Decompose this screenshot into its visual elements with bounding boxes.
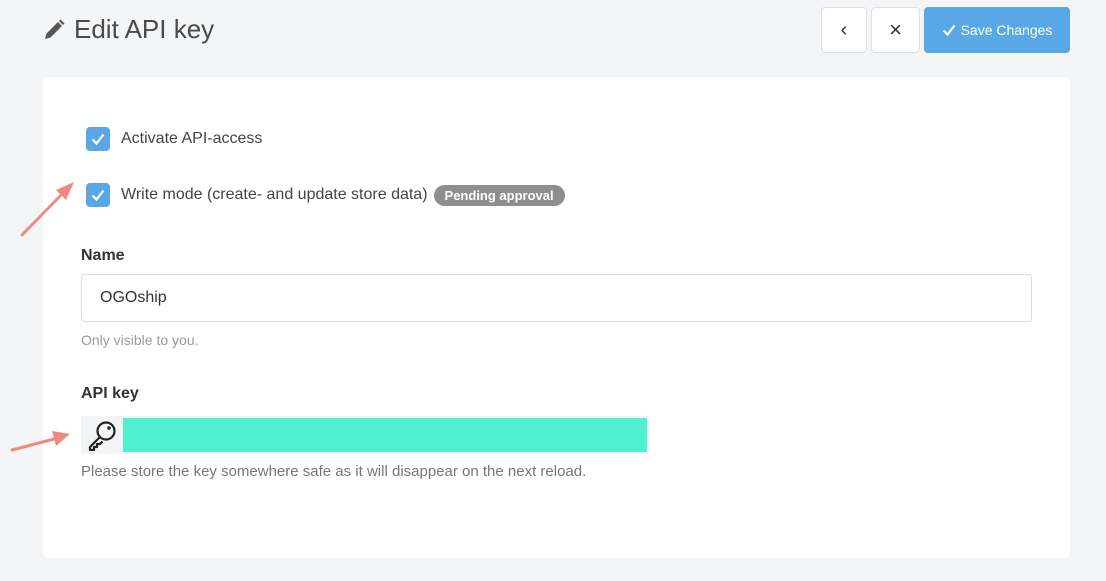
api-key-label: API key: [81, 385, 139, 402]
api-key-form-card: Activate API-access Write mode (create- …: [43, 77, 1070, 558]
annotation-arrow-icon: [20, 182, 74, 237]
api-key-value-redacted[interactable]: [123, 418, 647, 452]
save-changes-label: Save Changes: [960, 22, 1053, 38]
write-mode-label[interactable]: Write mode (create- and update store dat…: [121, 186, 428, 204]
write-mode-checkbox[interactable]: [86, 183, 110, 207]
save-changes-button[interactable]: Save Changes: [924, 7, 1070, 53]
pencil-icon: [45, 19, 65, 39]
page-title: Edit API key: [42, 14, 214, 45]
check-icon: [942, 24, 955, 37]
key-icon: [81, 419, 123, 451]
api-key-help-text: Please store the key somewhere safe as i…: [81, 463, 587, 480]
check-icon: [91, 189, 105, 202]
activate-api-access-option: Activate API-access: [86, 127, 262, 151]
check-icon: [91, 133, 105, 146]
close-button[interactable]: ×: [871, 7, 920, 53]
name-input[interactable]: [81, 274, 1032, 322]
activate-api-access-label[interactable]: Activate API-access: [121, 130, 262, 148]
api-key-display: [81, 416, 649, 454]
write-mode-option: Write mode (create- and update store dat…: [86, 183, 565, 207]
page-header: Edit API key ‹ × Save Changes: [0, 0, 1106, 70]
back-button[interactable]: ‹: [821, 7, 867, 53]
name-help-text: Only visible to you.: [81, 332, 199, 348]
activate-api-access-checkbox[interactable]: [86, 127, 110, 151]
name-field-label: Name: [81, 247, 125, 264]
page-title-text: Edit API key: [74, 14, 215, 44]
pending-approval-badge: Pending approval: [433, 184, 565, 206]
close-icon: ×: [889, 17, 902, 42]
annotation-arrow-icon: [10, 431, 70, 452]
chevron-left-icon: ‹: [840, 19, 848, 41]
